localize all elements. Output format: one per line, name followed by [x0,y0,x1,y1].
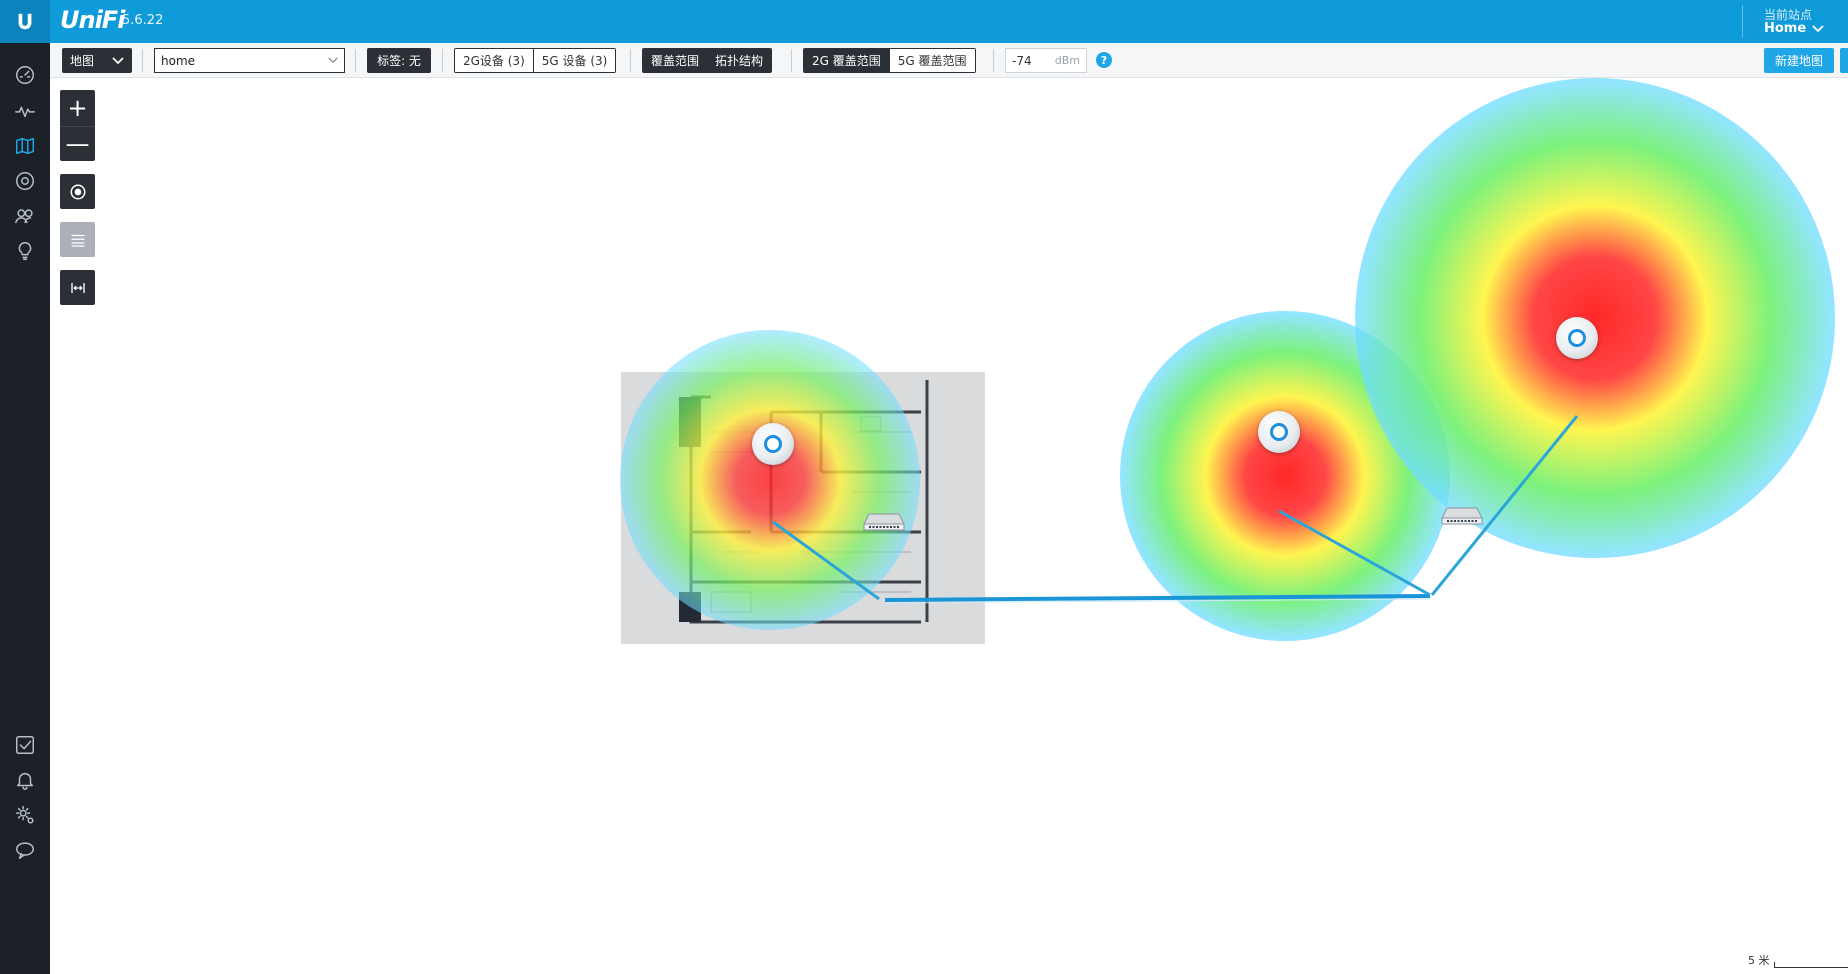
map-icon[interactable] [12,133,38,159]
site-selector[interactable]: Home [1764,21,1824,36]
switch-device-2[interactable] [1441,506,1483,526]
map-select[interactable]: home [154,48,345,73]
ap-1-link [772,520,880,601]
ap-2-link [1278,509,1431,597]
dbm-unit: dBm [1054,54,1080,67]
chat-icon[interactable] [12,837,38,863]
tab-topology[interactable]: 拓扑结构 [707,49,772,72]
more-button[interactable] [1840,48,1848,73]
view-mode-tabs: 覆盖范围 拓扑结构 [642,48,773,73]
top-bar: UniFi 5.6.22 当前站点 Home [0,0,1848,43]
map-canvas[interactable]: + — 5 米 [50,78,1848,974]
sidebar [0,43,50,974]
zoom-controls: + — [60,90,95,161]
map-toolbar: 地图 home 标签: 无 2G设备 (3) 5G 设备 (3) 覆盖范围 拓扑… [50,43,1848,78]
alerts-icon[interactable] [12,767,38,793]
statistics-icon[interactable] [12,98,38,124]
insights-icon[interactable] [12,238,38,264]
tab-5g-coverage[interactable]: 5G 覆盖范围 [888,49,975,72]
ap-status-ring-icon [1568,329,1586,347]
zoom-out-button[interactable]: — [60,125,95,161]
dbm-value: -74 [1012,53,1032,68]
brand-name: UniFi [60,6,125,34]
tab-2g-coverage[interactable]: 2G 覆盖范围 [804,49,889,72]
topology-links [772,415,1579,604]
access-point-ap-2[interactable] [1258,411,1300,453]
view-select[interactable]: 地图 [62,48,132,73]
new-map-button[interactable]: 新建地图 [1764,48,1834,73]
ap-status-ring-icon [764,435,782,453]
site-name: Home [1764,21,1807,36]
access-point-ap-3[interactable] [1556,317,1598,359]
tag-filter-button[interactable]: 标签: 无 [367,48,431,73]
scale-label: 5 米 [1748,954,1770,967]
dashboard-icon[interactable] [12,62,38,88]
unifi-logo-icon[interactable] [0,0,50,43]
divider [630,49,631,72]
map-select-value: home [161,53,196,68]
chevron-down-icon [112,56,124,64]
events-icon[interactable] [12,732,38,758]
help-icon[interactable]: ? [1096,52,1112,68]
devices-icon[interactable] [12,168,38,194]
version-label: 5.6.22 [122,13,164,28]
zoom-in-button[interactable]: + [60,91,95,126]
divider [355,49,356,72]
divider [442,49,443,72]
map-scale: 5 米 [1748,952,1848,968]
tab-5g-devices[interactable]: 5G 设备 (3) [532,49,616,72]
access-point-ap-1[interactable] [752,423,794,465]
chevron-down-icon [1812,24,1824,32]
tab-2g-devices[interactable]: 2G设备 (3) [455,49,533,72]
divider [791,49,792,72]
device-band-tabs: 2G设备 (3) 5G 设备 (3) [454,48,617,73]
switch-device-1[interactable] [863,512,905,532]
clients-icon[interactable] [12,203,38,229]
divider [142,49,143,72]
divider [1742,5,1743,38]
chevron-down-icon [328,57,338,64]
view-select-value: 地图 [70,54,95,68]
coverage-band-tabs: 2G 覆盖范围 5G 覆盖范围 [803,48,976,73]
device-list-icon[interactable] [60,222,95,257]
tab-coverage[interactable]: 覆盖范围 [643,49,708,72]
dbm-threshold-input[interactable]: -74 dBm [1005,48,1087,73]
settings-icon[interactable] [12,802,38,828]
locate-target-icon[interactable] [60,174,95,209]
ap-status-ring-icon [1270,423,1288,441]
scale-bar [1773,962,1848,968]
fit-scale-icon[interactable] [60,270,95,305]
divider [993,49,994,72]
